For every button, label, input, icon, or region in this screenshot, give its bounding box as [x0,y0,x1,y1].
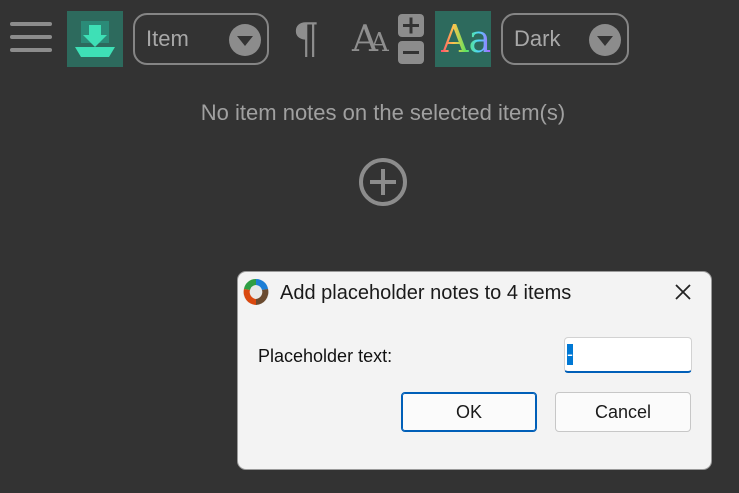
font-size-glyph-small: A [370,28,389,58]
font-increase-button[interactable] [398,14,424,37]
empty-notes-message: No item notes on the selected item(s) [200,100,566,125]
toolbar: Item ¶ A A Aa Dark [0,0,739,78]
font-size-icon: A A [348,14,398,64]
import-notes-button[interactable] [67,11,123,67]
font-style-icon: Aa [441,17,492,61]
theme-dropdown-value: Dark [514,26,561,51]
cancel-button[interactable]: Cancel [555,392,691,432]
dialog-close-button[interactable] [668,280,698,306]
placeholder-text-label: Placeholder text: [258,346,393,366]
download-icon [75,21,115,57]
menu-icon[interactable] [10,22,52,56]
add-note-button[interactable] [358,157,408,207]
close-icon [675,284,691,300]
font-decrease-button[interactable] [398,41,424,64]
minus-icon [403,51,419,54]
theme-dropdown[interactable]: Dark [501,13,629,65]
chevron-down-icon [589,24,621,56]
ok-button[interactable]: OK [401,392,537,432]
font-style-button[interactable]: Aa [435,11,491,67]
plus-icon [403,17,419,34]
placeholder-text-input[interactable] [564,337,692,373]
plus-circle-icon [359,158,407,206]
app-logo-icon [243,278,269,305]
dialog-title: Add placeholder notes to 4 items [280,282,572,304]
chevron-down-icon [229,24,261,56]
font-size-stepper [398,14,424,64]
add-placeholder-dialog: Add placeholder notes to 4 items Placeho… [237,271,712,470]
scope-dropdown[interactable]: Item [133,13,269,65]
scope-dropdown-value: Item [146,26,189,51]
pilcrow-button[interactable]: ¶ [290,14,322,64]
